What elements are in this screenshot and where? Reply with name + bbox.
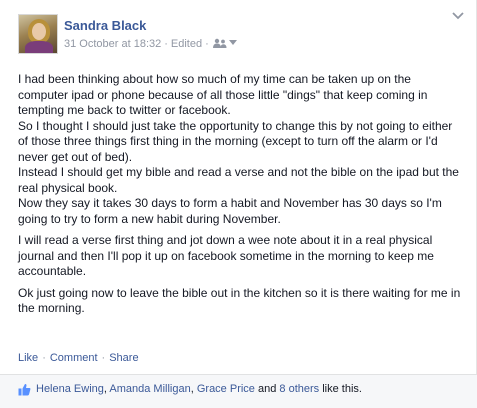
- post-paragraph: Now they say it takes 30 days to form a …: [18, 196, 442, 226]
- audience-selector[interactable]: [212, 38, 237, 50]
- edited-label[interactable]: Edited: [171, 38, 202, 50]
- action-separator: ·: [42, 352, 46, 364]
- post-header: Sandra Black 31 October at 18:32 · Edited ·: [18, 14, 458, 62]
- chevron-down-icon: [228, 40, 237, 45]
- post-body: I had been thinking about how so much of…: [18, 72, 464, 323]
- meta-separator: ·: [164, 38, 168, 50]
- post-options-chevron-icon[interactable]: [452, 12, 464, 20]
- post-actions: Like · Comment · Share: [18, 352, 139, 364]
- post-meta: 31 October at 18:32 · Edited ·: [64, 38, 237, 50]
- post-paragraph: Ok just going now to leave the bible out…: [18, 285, 461, 316]
- avatar-shirt: [25, 41, 53, 53]
- author-name[interactable]: Sandra Black: [64, 18, 146, 33]
- likes-suffix: like this.: [322, 383, 362, 395]
- like-link[interactable]: Like: [18, 352, 38, 364]
- post-timestamp[interactable]: 31 October at 18:32: [64, 38, 161, 50]
- friends-icon: [212, 38, 227, 48]
- thumbs-up-icon: [18, 383, 31, 396]
- share-link[interactable]: Share: [109, 352, 138, 364]
- meta-separator: ·: [205, 38, 209, 50]
- post-paragraph: So I thought I should just take the oppo…: [18, 118, 453, 164]
- facebook-post: Sandra Black 31 October at 18:32 · Edited ·…: [0, 0, 477, 408]
- liker-name[interactable]: Helena Ewing: [36, 383, 104, 395]
- liker-name[interactable]: Amanda Milligan: [109, 383, 190, 395]
- liker-name[interactable]: Grace Price: [197, 383, 255, 395]
- action-separator: ·: [101, 352, 106, 364]
- likes-others-link[interactable]: 8 others: [279, 383, 319, 395]
- likes-and: and: [257, 383, 277, 395]
- post-paragraph: Instead I should get my bible and read a…: [18, 165, 459, 195]
- post-paragraph: I will read a verse first thing and jot …: [18, 233, 434, 278]
- likes-text: Helena Ewing, Amanda Milligan, Grace Pri…: [36, 383, 362, 395]
- comment-link[interactable]: Comment: [50, 352, 98, 364]
- avatar[interactable]: [18, 14, 58, 54]
- avatar-face: [32, 23, 46, 40]
- likes-summary: Helena Ewing, Amanda Milligan, Grace Pri…: [0, 374, 477, 408]
- post-paragraph: I had been thinking about how so much of…: [18, 72, 428, 117]
